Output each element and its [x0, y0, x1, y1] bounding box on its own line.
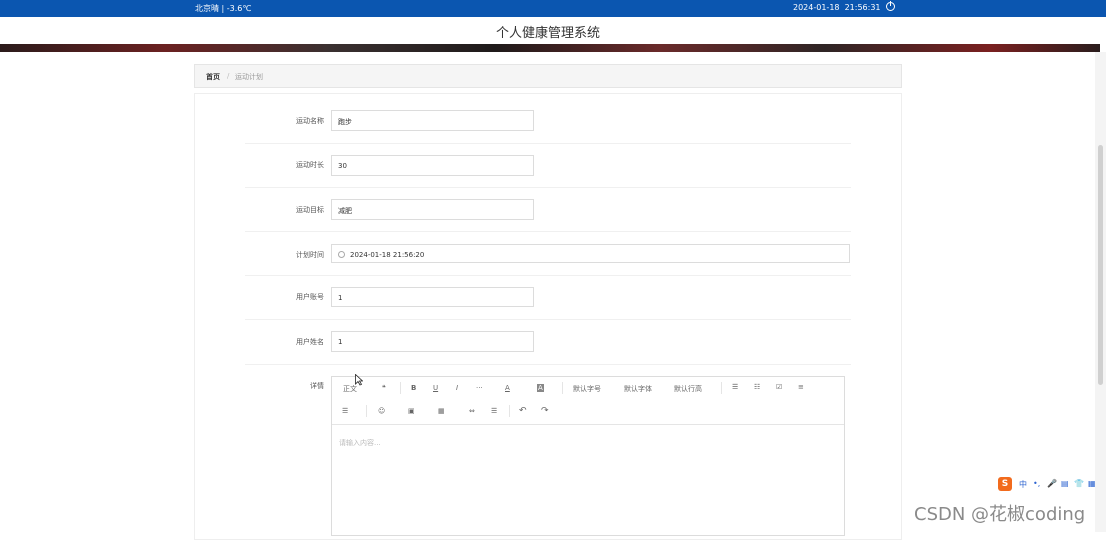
microphone-icon[interactable]: 🎤	[1047, 479, 1057, 488]
plan-time-value: 2024-01-18 21:56:20	[350, 251, 425, 259]
plan-time-label: 计划时间	[296, 251, 324, 259]
keyboard-icon[interactable]: ▤	[1061, 479, 1069, 488]
toolbar-separator	[562, 382, 563, 394]
ime-toolbar[interactable]: S 中 •, 🎤 ▤ 👕 ▦	[998, 477, 1098, 491]
toolbar-separator	[366, 405, 367, 417]
header-banner	[0, 44, 1100, 52]
plan-time-input[interactable]: 2024-01-18 21:56:20	[331, 244, 850, 263]
breadcrumb-home-link[interactable]: 首页	[206, 72, 220, 82]
editor-placeholder: 请输入内容...	[339, 439, 381, 447]
bold-icon[interactable]: B	[411, 384, 416, 392]
align-icon[interactable]: ≡	[798, 383, 804, 391]
watermark: CSDN @花椒coding	[914, 504, 1086, 525]
quote-icon[interactable]: ❝	[382, 384, 386, 392]
exercise-duration-input[interactable]: 30	[331, 155, 534, 176]
todo-icon[interactable]: ☑	[776, 383, 782, 391]
weather-text: 北京晴 | -3.6℃	[195, 4, 252, 13]
power-icon[interactable]	[886, 1, 895, 11]
rich-text-editor[interactable]: 正文 ❝ B U I ··· A A 默认字号 默认字体 默认行高 ☰ ☷ ☑ …	[331, 376, 845, 536]
breadcrumb-separator: /	[227, 72, 230, 80]
app-title: 个人健康管理系统	[495, 26, 600, 41]
breadcrumb-current: 运动计划	[235, 73, 263, 81]
row-divider	[245, 187, 851, 188]
scrollbar-thumb[interactable]	[1098, 145, 1103, 385]
link-icon[interactable]: ⇔	[469, 407, 475, 415]
user-name-input[interactable]: 1	[331, 331, 534, 352]
toolbar-separator	[400, 382, 401, 394]
row-divider	[245, 319, 851, 320]
font-family-select[interactable]: 默认字体	[624, 384, 652, 394]
user-account-input[interactable]: 1	[331, 287, 534, 307]
italic-icon[interactable]: I	[456, 384, 458, 392]
sogou-logo-icon: S	[998, 477, 1012, 491]
user-account-label: 用户账号	[296, 293, 324, 301]
user-name-label: 用户姓名	[296, 338, 324, 346]
row-divider	[245, 275, 851, 276]
exercise-name-input[interactable]: 跑步	[331, 110, 534, 131]
background-color-icon[interactable]: A	[537, 384, 544, 392]
ime-lang[interactable]: 中	[1019, 479, 1027, 490]
date-text: 2024-01-18	[793, 3, 840, 12]
row-divider	[245, 143, 851, 144]
row-divider	[245, 364, 851, 365]
apps-icon[interactable]: ▦	[1088, 479, 1096, 488]
exercise-goal-label: 运动目标	[296, 206, 324, 214]
time-text: 21:56:31	[844, 3, 881, 12]
table-icon[interactable]: ▦	[438, 407, 445, 415]
bullet-list-icon[interactable]: ☰	[732, 383, 738, 391]
exercise-goal-input[interactable]: 减肥	[331, 199, 534, 220]
detail-label: 详情	[310, 382, 324, 390]
top-status-bar: 北京晴 | -3.6℃ 2024-01-18 21:56:31	[0, 0, 1106, 17]
more-style-icon[interactable]: ···	[476, 384, 483, 392]
divider-icon[interactable]: ☰	[491, 407, 497, 415]
exercise-duration-label: 运动时长	[296, 161, 324, 169]
toolbar-separator	[509, 405, 510, 417]
ordered-list-icon[interactable]: ☷	[754, 383, 760, 391]
punctuation-icon[interactable]: •,	[1033, 479, 1040, 488]
breadcrumb: 首页 / 运动计划	[194, 64, 902, 88]
mouse-cursor-icon	[355, 374, 363, 386]
toolbar-separator	[721, 382, 722, 394]
app-header: 个人健康管理系统	[0, 17, 1106, 44]
indent-icon[interactable]: ☰	[342, 407, 348, 415]
font-size-select[interactable]: 默认字号	[573, 384, 601, 394]
undo-icon[interactable]: ↶	[519, 406, 527, 416]
underline-icon[interactable]: U	[433, 384, 438, 392]
skin-icon[interactable]: 👕	[1074, 479, 1084, 488]
image-icon[interactable]: ▣	[408, 407, 415, 415]
line-height-select[interactable]: 默认行高	[674, 384, 702, 394]
exercise-name-label: 运动名称	[296, 117, 324, 125]
redo-icon[interactable]: ↷	[541, 406, 549, 416]
datetime: 2024-01-18 21:56:31	[793, 3, 881, 12]
font-color-icon[interactable]: A	[505, 384, 510, 392]
editor-toolbar: 正文 ❝ B U I ··· A A 默认字号 默认字体 默认行高 ☰ ☷ ☑ …	[332, 377, 844, 425]
clock-icon	[338, 251, 345, 258]
emoji-icon[interactable]: ☺	[378, 407, 385, 415]
row-divider	[245, 231, 851, 232]
